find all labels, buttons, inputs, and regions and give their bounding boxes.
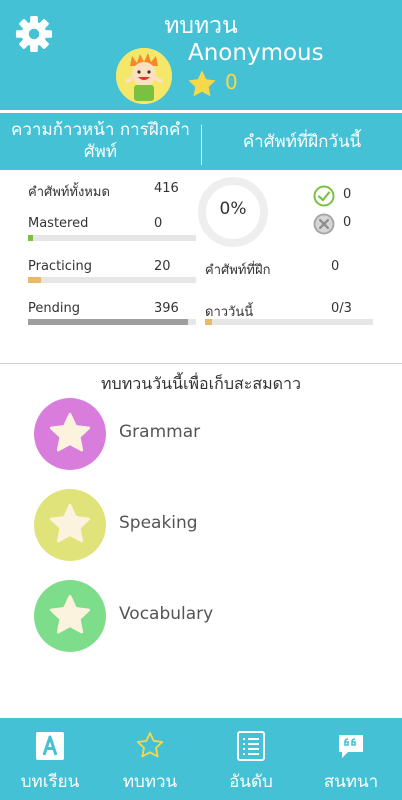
mastered-progress-bar xyxy=(28,235,196,241)
mastered-progress-fill xyxy=(28,235,34,241)
progress-percent: 0% xyxy=(219,199,247,219)
total-words-label: คำศัพท์ทั้งหมด xyxy=(28,185,110,200)
nav-review[interactable]: ทบทวน xyxy=(100,718,200,800)
total-words-value: 416 xyxy=(154,181,179,196)
speaking-star-circle[interactable] xyxy=(34,489,106,561)
pending-label: Pending xyxy=(28,301,80,316)
category-grammar[interactable]: Grammar xyxy=(34,398,334,470)
wrong-count: 0 xyxy=(343,215,352,230)
star-icon xyxy=(185,68,219,100)
lesson-a-icon xyxy=(36,732,64,760)
pending-progress-bar xyxy=(28,319,196,325)
practicing-progress-bar xyxy=(28,277,196,283)
pending-progress-fill xyxy=(28,319,188,325)
practicing-progress-fill xyxy=(28,277,42,283)
bottom-nav: บทเรียน ทบทวน อันดับ สนทนา xyxy=(0,718,402,800)
pending-value: 396 xyxy=(154,301,179,316)
category-speaking[interactable]: Speaking xyxy=(34,489,334,561)
vocabulary-label[interactable]: Vocabulary xyxy=(119,604,213,624)
grammar-star-icon xyxy=(49,412,91,452)
tab-today-words[interactable]: คำศัพท์ที่ฝึกวันนี้ xyxy=(202,113,402,170)
check-circle-icon xyxy=(313,185,335,207)
nav-lessons[interactable]: บทเรียน xyxy=(0,718,100,800)
ranking-list-icon xyxy=(237,731,265,761)
tab-vocab-progress[interactable]: ความก้าวหน้า การฝึกคำศัพท์ xyxy=(0,113,201,170)
today-stars-progress-bar xyxy=(205,319,373,325)
today-stars-value: 0/3 xyxy=(331,301,352,316)
vocabulary-star-icon xyxy=(49,594,91,634)
practicing-value: 20 xyxy=(154,259,171,274)
nav-chat-label[interactable]: สนทนา xyxy=(301,768,401,795)
speaking-star-icon xyxy=(49,503,91,543)
correct-count: 0 xyxy=(343,187,352,202)
nav-lessons-label[interactable]: บทเรียน xyxy=(0,768,100,795)
grammar-label[interactable]: Grammar xyxy=(119,422,200,442)
nav-ranking-label[interactable]: อันดับ xyxy=(201,768,301,795)
page-title: ทบทวน xyxy=(164,13,238,39)
star-outline-icon xyxy=(136,732,164,758)
chat-quote-icon xyxy=(339,735,363,758)
cross-circle-icon xyxy=(313,213,335,235)
nav-review-label[interactable]: ทบทวน xyxy=(100,768,200,795)
star-count: 0 xyxy=(225,70,238,94)
vocabulary-star-circle[interactable] xyxy=(34,580,106,652)
stats-tabs: ความก้าวหน้า การฝึกคำศัพท์ คำศัพท์ที่ฝึก… xyxy=(0,113,402,170)
category-vocabulary[interactable]: Vocabulary xyxy=(34,580,334,652)
avatar[interactable] xyxy=(116,48,172,104)
mastered-label: Mastered xyxy=(28,216,89,231)
app-header: ทบทวน Anonymous 0 xyxy=(0,0,402,110)
grammar-star-circle[interactable] xyxy=(34,398,106,470)
section-divider xyxy=(0,363,402,364)
username: Anonymous xyxy=(188,40,324,66)
practicing-label: Practicing xyxy=(28,259,93,274)
today-words-value: 0 xyxy=(331,259,340,274)
today-words-label: คำศัพท์ที่ฝึก xyxy=(205,263,271,278)
mastered-value: 0 xyxy=(154,216,163,231)
review-title: ทบทวนวันนี้เพื่อเก็บสะสมดาว xyxy=(101,374,301,393)
today-stars-progress-fill xyxy=(205,319,212,325)
nav-ranking[interactable]: อันดับ xyxy=(201,718,301,800)
speaking-label[interactable]: Speaking xyxy=(119,513,198,533)
nav-chat[interactable]: สนทนา xyxy=(301,718,401,800)
